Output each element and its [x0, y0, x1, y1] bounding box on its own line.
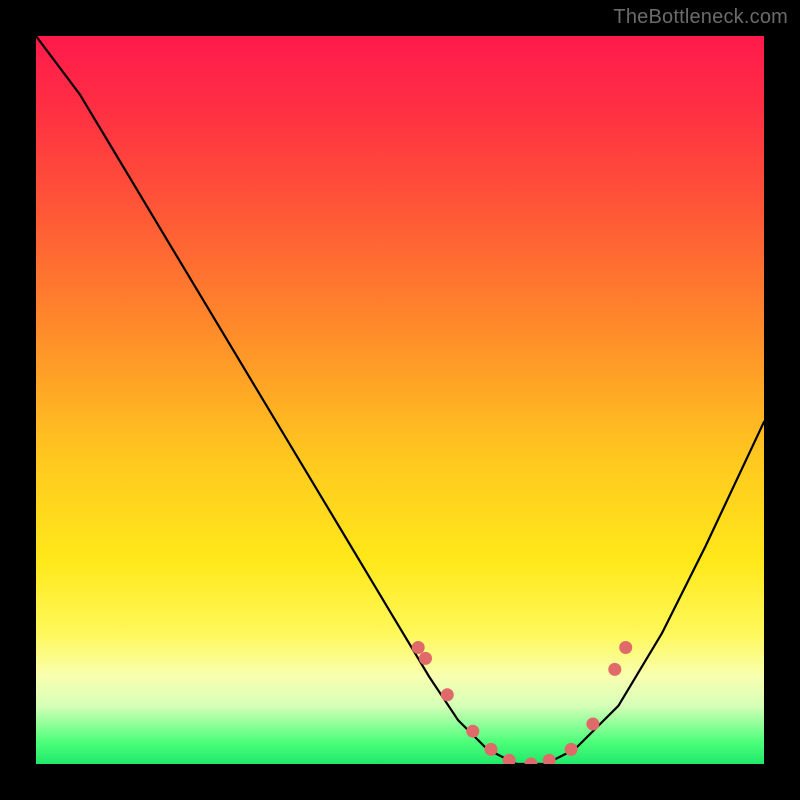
curve-layer	[36, 36, 764, 764]
marker-dot	[441, 688, 454, 701]
marker-dot	[503, 754, 516, 764]
marker-dot	[525, 758, 538, 765]
marker-dot	[619, 641, 632, 654]
marker-dot	[543, 754, 556, 764]
plot-area	[36, 36, 764, 764]
marker-dot	[608, 663, 621, 676]
main-curve	[36, 36, 764, 764]
marker-group	[412, 641, 633, 764]
chart-frame: TheBottleneck.com	[0, 0, 800, 800]
marker-dot	[586, 718, 599, 731]
marker-dot	[419, 652, 432, 665]
marker-dot	[466, 725, 479, 738]
watermark-text: TheBottleneck.com	[613, 6, 788, 29]
marker-dot	[565, 743, 578, 756]
marker-dot	[485, 743, 498, 756]
marker-dot	[412, 641, 425, 654]
